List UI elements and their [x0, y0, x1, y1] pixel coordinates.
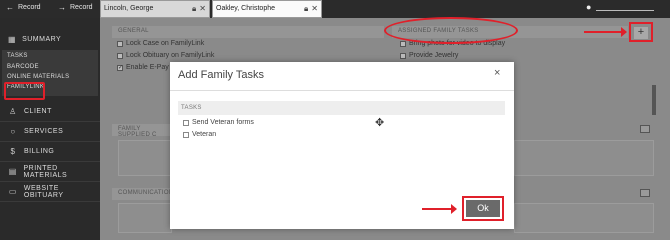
- lock-icon[interactable]: 🔒︎: [192, 4, 196, 14]
- option-label: Lock Case on FamilyLink: [126, 40, 205, 47]
- arrow-right-icon: →: [58, 3, 66, 12]
- sidebar-item-printed-materials[interactable]: ▤ PRINTED MATERIALS: [0, 162, 100, 182]
- checkbox[interactable]: [183, 119, 189, 126]
- document-icon: ▤: [8, 167, 17, 176]
- tab-oakley[interactable]: Oakley, Christophe 🔒︎ ✕: [212, 0, 322, 18]
- assigned-tasks-highlight: [384, 17, 518, 44]
- dialog-title: Add Family Tasks: [178, 69, 264, 81]
- sidebar-item-client[interactable]: ♙ CLIENT: [0, 102, 100, 122]
- familylink-highlight: [4, 82, 45, 100]
- checkbox-checked[interactable]: ✓: [117, 64, 123, 71]
- general-option[interactable]: Lock Obituary on FamilyLink: [117, 52, 214, 59]
- sidebar-item-label: SUMMARY: [22, 35, 62, 43]
- family-supplied-header: FAMILY SUPPLIED C: [112, 124, 172, 138]
- tasks-header: TASKS: [178, 101, 505, 115]
- subitem-tasks[interactable]: TASKS: [7, 53, 28, 59]
- annotation-arrow: [422, 204, 457, 214]
- arrow-left-icon: ←: [6, 3, 14, 12]
- sidebar-item-label: BILLING: [24, 148, 55, 155]
- sidebar-item-label: CLIENT: [24, 108, 52, 115]
- sidebar-item-services[interactable]: ○ SERVICES: [0, 122, 100, 142]
- checkbox[interactable]: [117, 40, 123, 47]
- close-icon[interactable]: ✕: [311, 4, 318, 14]
- record-prev-label: Record: [18, 4, 41, 11]
- checkbox[interactable]: [400, 52, 406, 59]
- communication-area[interactable]: [118, 203, 172, 233]
- general-option[interactable]: ✓ Enable E-Pay: [117, 64, 169, 71]
- option-label: Enable E-Pay: [126, 64, 169, 71]
- sidebar-item-label: SERVICES: [24, 128, 64, 135]
- tab-label: Oakley, Christophe: [216, 5, 276, 12]
- record-tabs: Lincoln, George 🔒︎ ✕ Oakley, Christophe …: [100, 0, 324, 18]
- dollar-icon: $: [10, 147, 16, 156]
- record-prev-button[interactable]: ← Record: [6, 3, 41, 12]
- communication-area-right[interactable]: [514, 203, 654, 233]
- tab-lincoln[interactable]: Lincoln, George 🔒︎ ✕: [100, 0, 210, 18]
- checkbox[interactable]: [117, 52, 123, 59]
- general-section-header: GENERAL: [112, 26, 384, 38]
- sidebar-item-website-obituary[interactable]: ▭ WEBSITE OBITUARY: [0, 182, 100, 202]
- checkbox[interactable]: [183, 131, 189, 138]
- ok-button-highlight: [462, 196, 504, 221]
- sidebar: ▦ SUMMARY TASKS BARCODE ONLINE MATERIALS…: [0, 18, 100, 240]
- family-supplied-area-right[interactable]: [514, 140, 654, 176]
- close-icon[interactable]: ×: [494, 67, 500, 79]
- scrollbar-thumb[interactable]: [652, 85, 656, 115]
- subitem-barcode[interactable]: BARCODE: [7, 64, 39, 70]
- sidebar-item-label: WEBSITE OBITUARY: [23, 184, 64, 199]
- tab-label: Lincoln, George: [104, 5, 154, 12]
- close-icon[interactable]: ✕: [199, 4, 206, 14]
- monitor-icon: ▭: [8, 187, 17, 196]
- family-supplied-area[interactable]: [118, 140, 172, 176]
- task-option[interactable]: Veteran: [183, 131, 216, 138]
- sidebar-item-label: PRINTED MATERIALS: [23, 164, 68, 179]
- user-icon[interactable]: ●: [586, 2, 591, 12]
- user-icon: ♙: [9, 107, 17, 116]
- task-label: Veteran: [192, 131, 217, 138]
- subitem-online-materials[interactable]: ONLINE MATERIALS: [7, 74, 69, 80]
- image-icon[interactable]: [640, 125, 650, 133]
- add-family-tasks-dialog: Add Family Tasks × TASKS Send Veteran fo…: [170, 62, 514, 229]
- record-next-button[interactable]: → Record: [58, 3, 93, 12]
- sidebar-item-summary[interactable]: ▦ SUMMARY: [0, 26, 100, 52]
- general-option[interactable]: Lock Case on FamilyLink: [117, 40, 204, 47]
- grid-icon: ▦: [8, 34, 17, 44]
- communication-header: COMMUNICATION: [112, 188, 173, 200]
- annotation-arrow: [584, 27, 627, 37]
- move-cursor-icon: ✥: [375, 117, 385, 129]
- checkbox[interactable]: [400, 40, 406, 47]
- record-next-label: Record: [70, 4, 93, 11]
- circle-icon: ○: [10, 127, 16, 136]
- option-label: Lock Obituary on FamilyLink: [126, 52, 215, 59]
- task-label: Send Veteran forms: [192, 119, 254, 126]
- divider: [170, 90, 514, 91]
- lock-icon[interactable]: 🔒︎: [304, 4, 308, 14]
- assigned-task[interactable]: Provide Jewelry: [400, 52, 458, 59]
- user-menu-underline: [596, 10, 654, 11]
- sidebar-item-billing[interactable]: $ BILLING: [0, 142, 100, 162]
- task-option[interactable]: Send Veteran forms: [183, 119, 254, 126]
- task-label: Provide Jewelry: [409, 52, 459, 59]
- image-icon[interactable]: [640, 189, 650, 197]
- add-button-highlight: [629, 22, 653, 42]
